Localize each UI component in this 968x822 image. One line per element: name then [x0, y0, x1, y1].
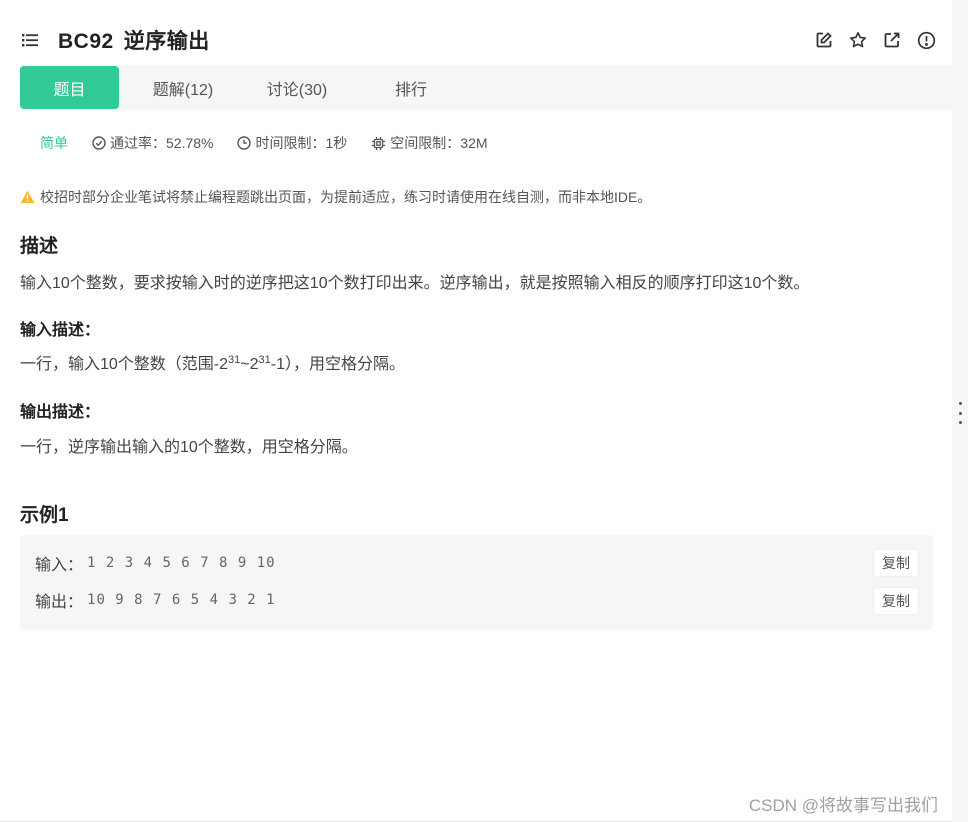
- output-description-heading: 输出描述：: [20, 404, 101, 421]
- example-output-label: 输出：: [35, 594, 84, 611]
- warning-icon: [20, 190, 35, 203]
- page-title: BC92 逆序输出: [58, 25, 210, 55]
- tab-solutions[interactable]: 题解(12): [119, 66, 247, 109]
- pass-rate: 通过率：52.78%: [92, 133, 213, 153]
- chip-icon: [372, 136, 386, 150]
- example-input-label: 输入：: [35, 557, 84, 574]
- example-input-row: 输入： 1 2 3 4 5 6 7 8 9 10: [35, 550, 276, 576]
- tab-problem[interactable]: 题目: [20, 66, 119, 109]
- memory-limit: 空间限制：32M: [371, 133, 488, 153]
- memory-limit-text: 空间限制：32M: [390, 135, 488, 151]
- copy-output-button[interactable]: 复制: [874, 588, 918, 614]
- tab-bar: 题目 题解(12) 讨论(30) 排行: [20, 65, 952, 110]
- input-description-heading: 输入描述：: [20, 322, 101, 339]
- more-options-icon[interactable]: [956, 402, 964, 424]
- report-icon[interactable]: [916, 30, 936, 50]
- external-link-icon[interactable]: [882, 30, 902, 50]
- warning-notice: 校招时部分企业笔试将禁止编程题跳出页面，为提前适应，练习时请使用在线自测，而非本…: [20, 187, 651, 207]
- problem-id: BC92: [58, 30, 114, 53]
- star-icon[interactable]: [848, 30, 868, 50]
- example-output-row: 输出： 10 9 8 7 6 5 4 3 2 1: [35, 587, 276, 613]
- difficulty-badge: 简单: [40, 135, 68, 151]
- time-limit: 时间限制：1秒: [237, 133, 347, 153]
- warning-text: 校招时部分企业笔试将禁止编程题跳出页面，为提前适应，练习时请使用在线自测，而非本…: [40, 189, 652, 205]
- example-box: 输入： 1 2 3 4 5 6 7 8 9 10 复制 输出： 10 9 8 7…: [20, 535, 933, 630]
- output-description-text: 一行，逆序输出输入的10个整数，用空格分隔。: [20, 439, 358, 456]
- example-input-value: 1 2 3 4 5 6 7 8 9 10: [87, 555, 276, 571]
- problem-header: BC92 逆序输出: [20, 20, 936, 60]
- copy-input-button[interactable]: 复制: [874, 550, 918, 576]
- example-output-value: 10 9 8 7 6 5 4 3 2 1: [87, 592, 276, 608]
- watermark: CSDN @将故事写出我们: [748, 796, 938, 815]
- example-heading: 示例1: [20, 505, 69, 526]
- input-desc-part: -1），用空格分隔。: [270, 356, 406, 373]
- description-text: 输入10个整数，要求按输入时的逆序把这10个数打印出来。逆序输出，就是按照输入相…: [20, 275, 810, 292]
- edit-icon[interactable]: [814, 30, 834, 50]
- header-actions: [814, 30, 936, 50]
- tab-ranking[interactable]: 排行: [347, 66, 475, 109]
- input-description-text: 一行，输入10个整数（范围-231~231-1），用空格分隔。: [20, 350, 405, 374]
- input-desc-part: ~2: [240, 356, 259, 373]
- check-circle-icon: [92, 136, 106, 150]
- problem-meta: 简单 通过率：52.78% 时间限制：1秒 空间限制：32M: [40, 132, 512, 154]
- time-limit-text: 时间限制：1秒: [255, 135, 348, 151]
- list-icon[interactable]: [20, 30, 40, 50]
- pass-rate-text: 通过率：52.78%: [110, 135, 214, 151]
- description-heading: 描述: [20, 236, 59, 257]
- problem-page: BC92 逆序输出 题目 题解(12) 讨论(30) 排行 简单 通过率：52.…: [0, 0, 952, 822]
- clock-icon: [237, 136, 252, 150]
- exponent: 31: [258, 354, 271, 366]
- tab-discussion[interactable]: 讨论(30): [247, 66, 347, 109]
- exponent: 31: [228, 354, 241, 366]
- problem-title: 逆序输出: [123, 30, 210, 53]
- side-gutter: [952, 0, 968, 822]
- input-desc-part: 一行，输入10个整数（范围-2: [20, 356, 229, 373]
